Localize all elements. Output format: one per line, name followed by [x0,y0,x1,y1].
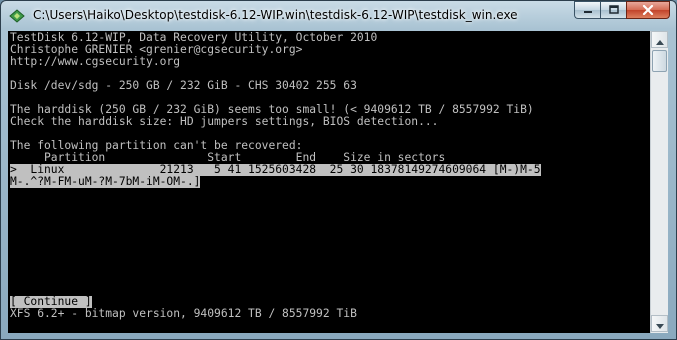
window-title: C:\Users\Haiko\Desktop\testdisk-6.12-WIP… [33,8,518,22]
close-button[interactable] [626,1,670,19]
title-bar[interactable]: C:\Users\Haiko\Desktop\testdisk-6.12-WIP… [1,1,676,31]
disk-info: Disk /dev/sdg - 250 GB / 232 GiB - CHS 3… [10,79,357,92]
close-icon [642,5,654,15]
maximize-icon [608,5,619,15]
testdisk-app-icon[interactable] [8,7,26,25]
partition-status: XFS 6.2+ - bitmap version, 9409612 TB / … [10,307,357,320]
scroll-up-arrow-icon [655,30,664,49]
partition-row-continued[interactable]: M-.^?M-FM-uM-?M-7bM-iM-OM-.] [10,176,201,188]
vertical-scrollbar[interactable] [650,31,668,333]
minimize-button[interactable] [574,1,600,19]
console-output[interactable]: TestDisk 6.12-WIP, Data Recovery Utility… [8,31,650,333]
maximize-button[interactable] [600,1,626,19]
window-controls [574,1,670,20]
console-window: C:\Users\Haiko\Desktop\testdisk-6.12-WIP… [0,0,677,340]
size-hint: Check the harddisk size: HD jumpers sett… [10,115,439,128]
scroll-down-arrow-icon [655,314,664,333]
scroll-down-button[interactable] [651,315,668,332]
minimize-icon [583,5,593,15]
header-line-3: http://www.cgsecurity.org [10,55,181,68]
scroll-up-button[interactable] [651,31,668,48]
scroll-thumb[interactable] [652,50,667,72]
